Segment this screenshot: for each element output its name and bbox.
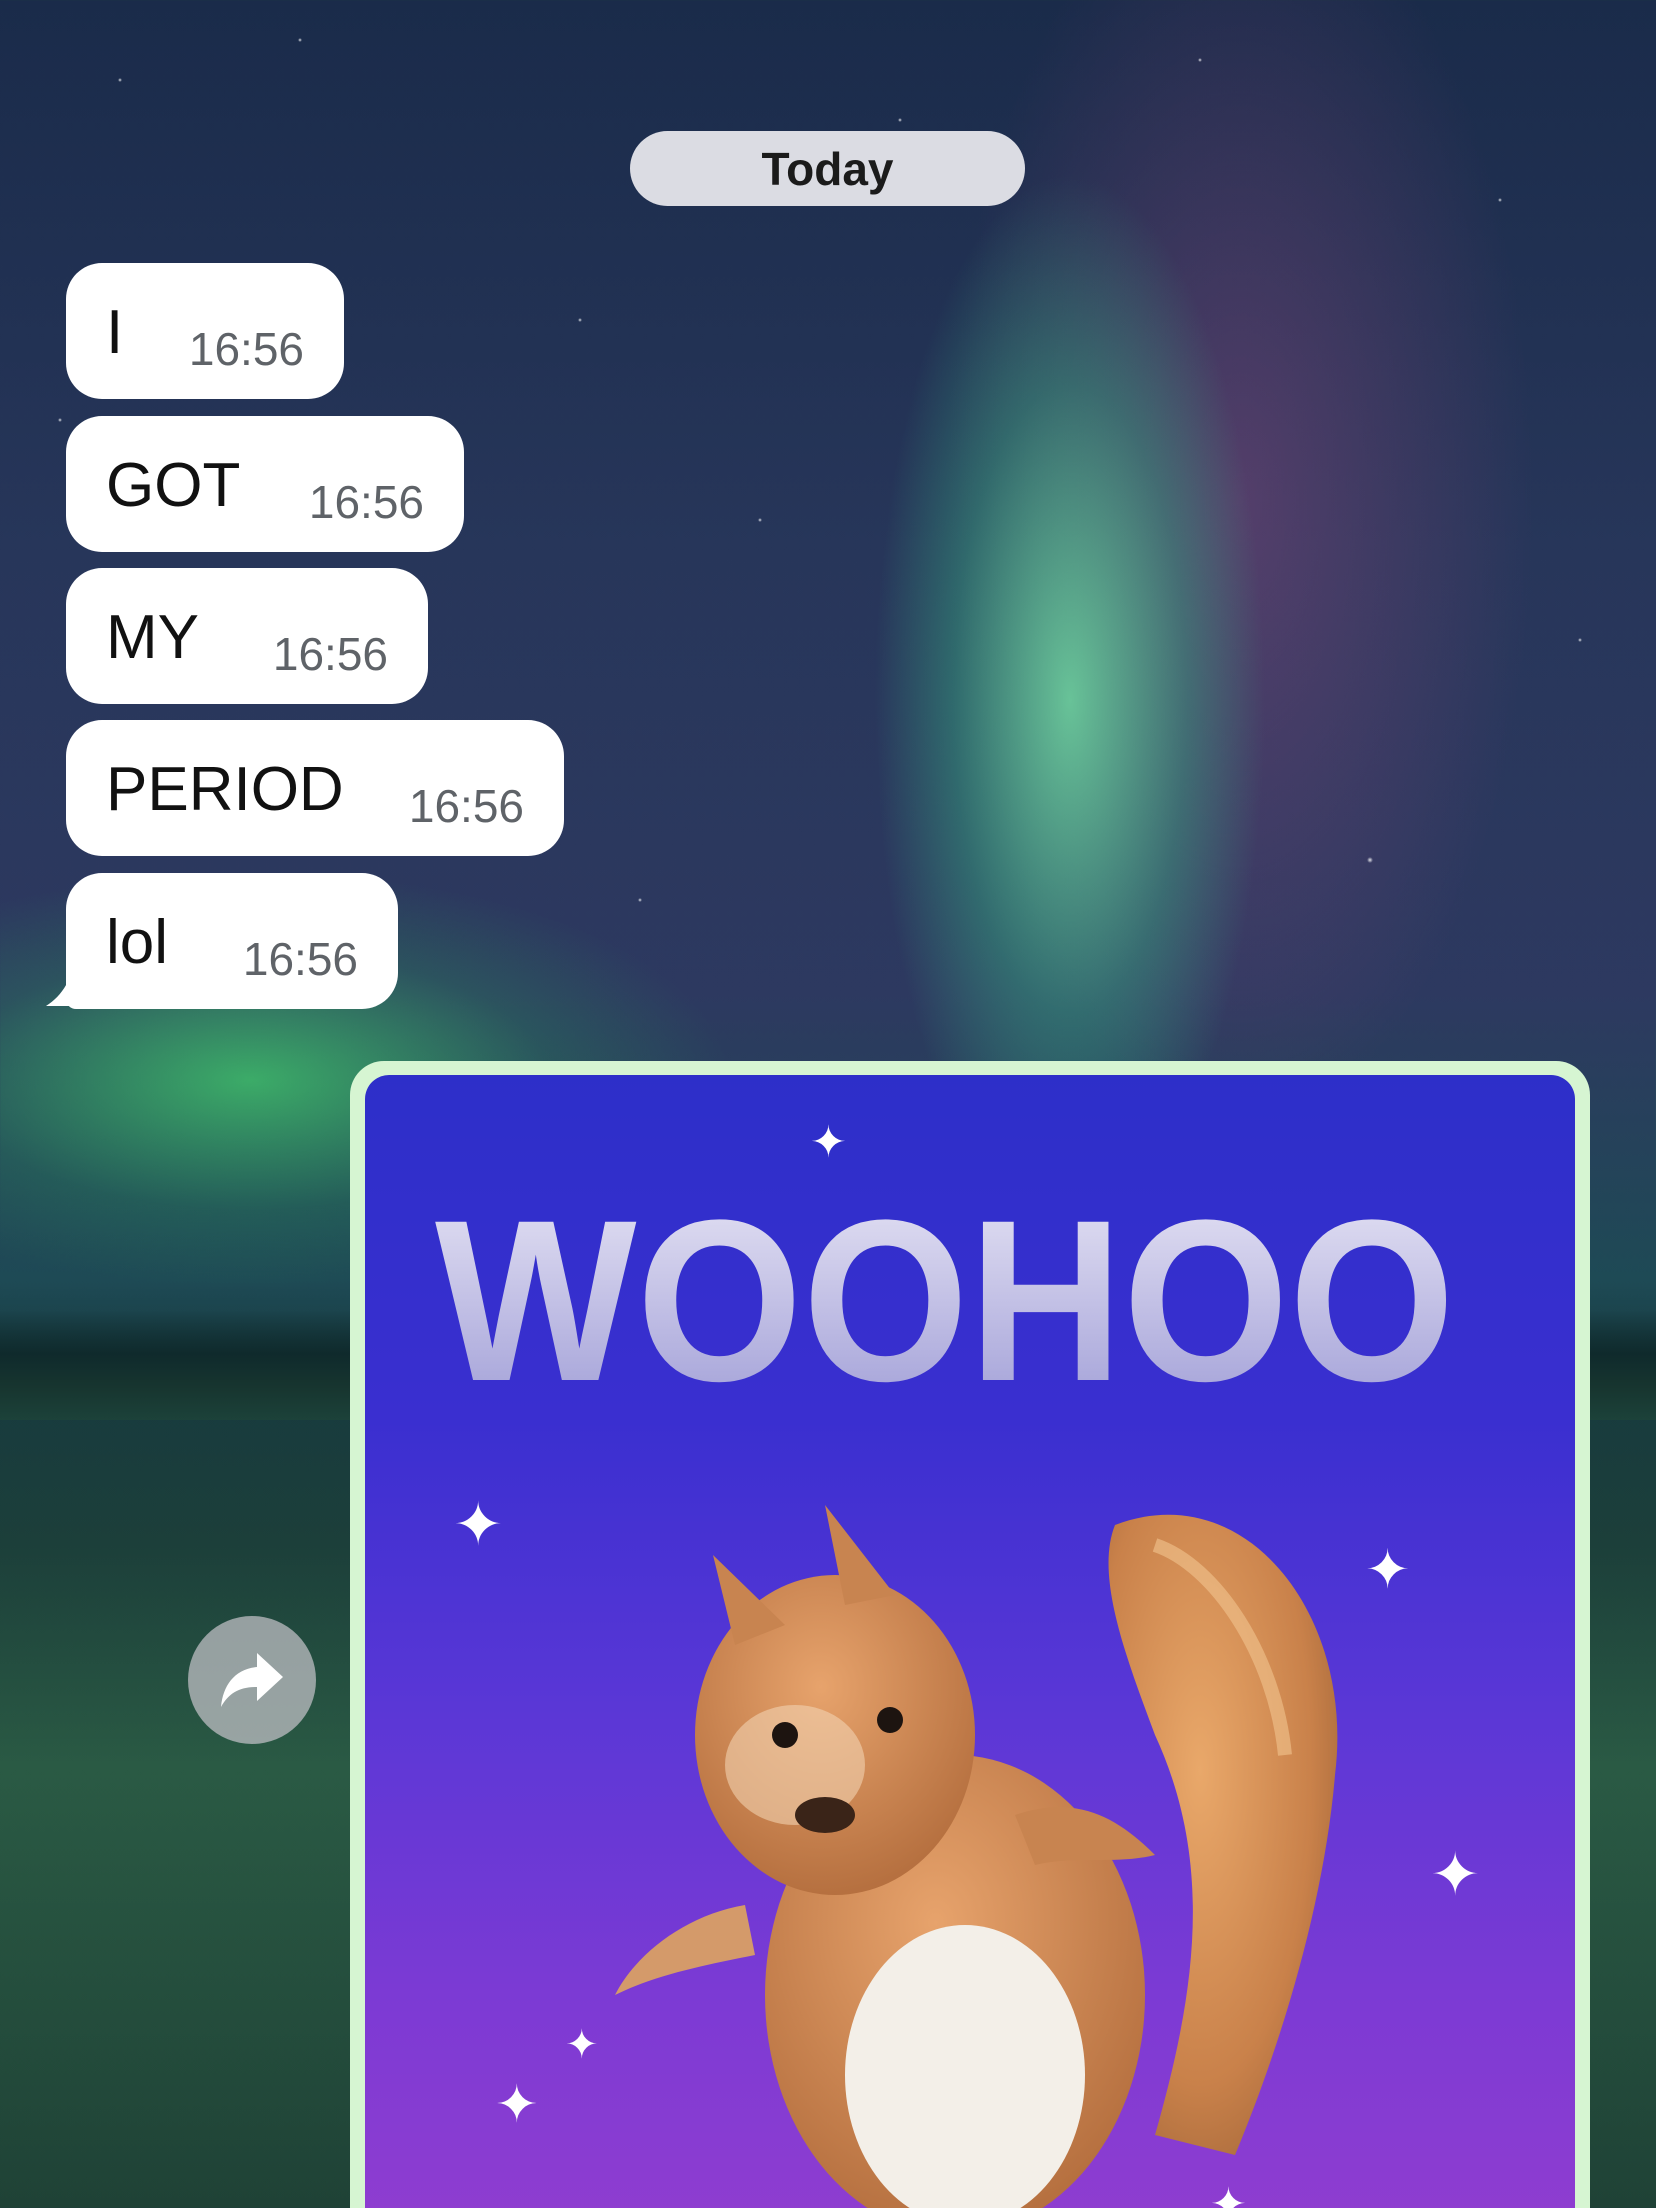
sticker-title: WOOHOO	[435, 1172, 1455, 1429]
share-forward-icon	[221, 1653, 283, 1707]
squirrel-image	[615, 1505, 1338, 2208]
date-separator: Today	[630, 131, 1025, 206]
message-bubble[interactable]: I 16:56	[66, 263, 344, 399]
message-bubble[interactable]: lol 16:56	[66, 873, 398, 1009]
sparkle-icon: ✦	[810, 1118, 847, 1167]
message-text: I	[106, 298, 124, 367]
message-time: 16:56	[188, 323, 304, 375]
message-bubble[interactable]: MY 16:56	[66, 568, 428, 704]
forward-button[interactable]	[188, 1616, 316, 1744]
sparkle-icon: ✦	[495, 2076, 539, 2134]
woohoo-sticker[interactable]: WOOHOO ✦ ✦ ✦ ✦ ✦ ✦ ✦	[365, 1075, 1575, 2208]
message-bubble[interactable]: GOT 16:56	[66, 416, 464, 552]
sparkle-icon: ✦	[565, 2023, 599, 2067]
message-text: PERIOD	[106, 755, 344, 824]
message-bubble[interactable]: PERIOD 16:56	[66, 720, 564, 856]
message-time: 16:56	[242, 933, 358, 985]
message-time: 16:56	[408, 780, 524, 832]
sticker-text: WOOHOO	[435, 1172, 1455, 1429]
sparkle-icon: ✦	[453, 1491, 504, 1558]
message-text: lol	[106, 908, 169, 977]
message-text: GOT	[106, 451, 241, 520]
message-text: MY	[106, 603, 199, 672]
message-time: 16:56	[272, 628, 388, 680]
message-time: 16:56	[308, 476, 424, 528]
